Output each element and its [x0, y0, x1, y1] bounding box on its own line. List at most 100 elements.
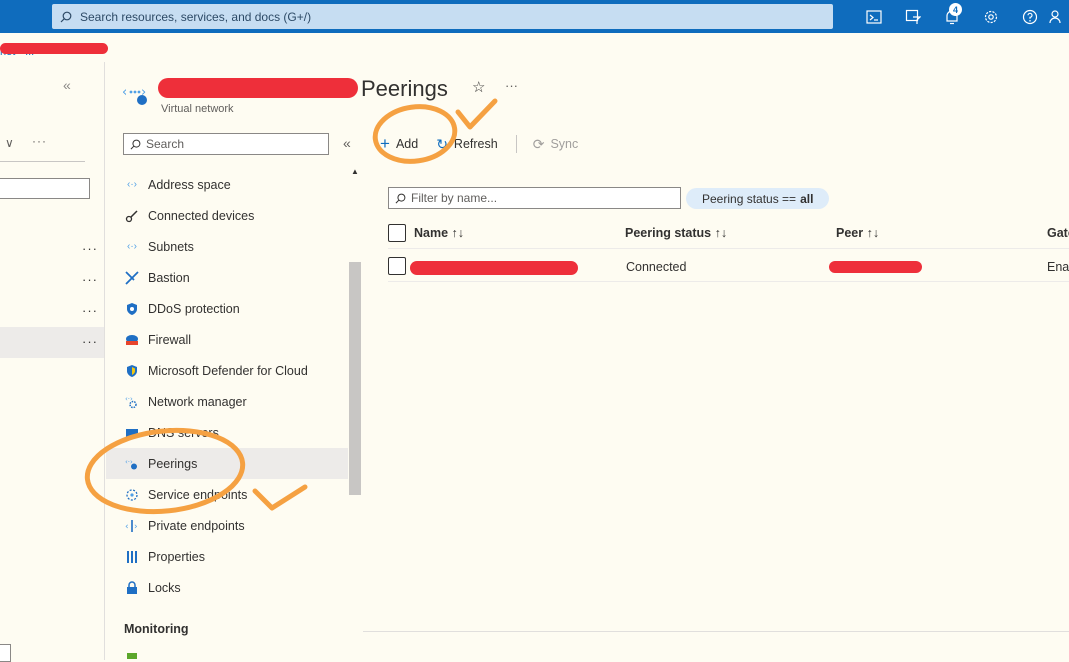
menu-item-address-space[interactable]: ‹·› Address space [106, 169, 348, 200]
peerings-icon: ‹·› [123, 455, 141, 473]
menu-item-label: Properties [148, 549, 205, 564]
row-more-button[interactable]: ··· [82, 303, 98, 318]
column-header-name[interactable]: Name ↑↓ [414, 226, 464, 240]
notifications-icon[interactable]: 4 [932, 0, 971, 33]
menu-item-label: Microsoft Defender for Cloud [148, 363, 308, 378]
plus-icon: + [380, 134, 390, 153]
virtual-network-icon: ‹ › [122, 85, 147, 105]
row-more-button[interactable]: ··· [82, 241, 98, 256]
annotation-check-add [455, 98, 498, 130]
search-icon [60, 11, 72, 22]
menu-item-label: Connected devices [148, 208, 255, 223]
row-more-button[interactable]: ··· [82, 334, 98, 349]
help-icon[interactable] [1010, 0, 1049, 33]
menu-item-label: Network manager [148, 394, 247, 409]
resource-menu: Search « ‹·› Address space Connected dev… [106, 125, 362, 660]
cloud-shell-icon[interactable] [854, 0, 893, 33]
column-header-peer[interactable]: Peer ↑↓ [836, 226, 879, 240]
menu-item-label: Firewall [148, 332, 192, 347]
favorite-star-icon[interactable]: ☆ [472, 78, 485, 96]
menu-item-properties[interactable]: Properties [106, 541, 348, 572]
menu-item-partial[interactable] [106, 649, 348, 660]
menu-item-peerings[interactable]: ‹·› Peerings [106, 448, 348, 479]
left-pane-filter-input[interactable] [0, 178, 90, 199]
search-icon [130, 139, 141, 149]
sync-icon: ⟳ [532, 135, 545, 152]
left-pane-divider [0, 161, 85, 162]
properties-icon [123, 548, 141, 566]
row-checkbox[interactable] [388, 257, 406, 275]
content-footer-divider [363, 631, 1069, 632]
scroll-up-icon[interactable]: ▲ [351, 167, 359, 176]
service-endpoints-icon [123, 486, 141, 504]
top-bar: Search resources, services, and docs (G+… [0, 0, 1069, 33]
menu-section-monitoring: Monitoring [124, 622, 189, 636]
svg-text:‹: ‹ [122, 85, 127, 100]
resource-type-subtitle: Virtual network [161, 103, 234, 115]
notification-count-badge: 4 [949, 3, 962, 16]
list-item[interactable]: ··· [0, 296, 104, 327]
list-item-selected[interactable]: ··· [0, 327, 104, 358]
list-item[interactable]: ··· [0, 265, 104, 296]
add-button[interactable]: + Add [380, 134, 418, 154]
list-item[interactable]: ··· [0, 234, 104, 265]
svg-text:‹: ‹ [125, 522, 129, 532]
select-all-checkbox[interactable] [388, 224, 406, 242]
menu-item-subnets[interactable]: ‹·› Subnets [106, 231, 348, 262]
filter-placeholder: Filter by name... [411, 191, 498, 205]
row-peering-status: Connected [626, 260, 687, 274]
menu-item-ddos-protection[interactable]: DDoS protection [106, 293, 348, 324]
scrollbar-thumb[interactable] [349, 262, 361, 495]
sync-button[interactable]: ⟳ Sync [533, 136, 579, 153]
table-row[interactable]: Connected Enal [388, 250, 1069, 282]
defender-shield-icon [123, 362, 141, 380]
menu-item-connected-devices[interactable]: Connected devices [106, 200, 348, 231]
menu-item-locks[interactable]: Locks [106, 572, 348, 603]
menu-item-dns-servers[interactable]: DNS servers [106, 417, 348, 448]
directory-filter-icon[interactable] [893, 0, 932, 33]
search-icon [395, 193, 406, 203]
breadcrumb-redaction [0, 43, 108, 54]
connected-devices-icon [123, 207, 141, 225]
column-header-gateway[interactable]: Gate [1047, 226, 1069, 240]
collapse-left-pane-icon[interactable]: « [63, 77, 71, 93]
subnets-icon: ‹·› [127, 241, 137, 252]
menu-item-bastion[interactable]: Bastion [106, 262, 348, 293]
menu-item-label: DDoS protection [148, 301, 240, 316]
ddos-shield-icon [123, 300, 141, 318]
header-more-button[interactable]: ··· [505, 78, 518, 93]
left-pane-more-button[interactable]: ··· [32, 134, 47, 148]
alerts-icon [123, 649, 141, 660]
bastion-icon [123, 269, 141, 287]
menu-search-placeholder: Search [146, 137, 185, 151]
sync-button-label: Sync [550, 137, 579, 151]
menu-search-input[interactable]: Search [123, 133, 329, 155]
left-pane-bottom-control[interactable] [0, 644, 11, 662]
settings-icon[interactable] [971, 0, 1010, 33]
feedback-icon[interactable] [1049, 0, 1069, 33]
global-search-input[interactable]: Search resources, services, and docs (G+… [52, 4, 833, 29]
top-bar-icons: 4 [854, 0, 1069, 33]
menu-item-firewall[interactable]: Firewall [106, 324, 348, 355]
menu-item-defender-for-cloud[interactable]: Microsoft Defender for Cloud [106, 355, 348, 386]
filter-by-name-input[interactable]: Filter by name... [388, 187, 681, 209]
collapse-menu-icon[interactable]: « [343, 135, 351, 151]
peering-status-filter-pill[interactable]: Peering status == all [686, 188, 830, 209]
global-search-placeholder: Search resources, services, and docs (G+… [80, 9, 312, 24]
refresh-button[interactable]: ↻ Refresh [436, 136, 498, 153]
menu-item-label: Bastion [148, 270, 190, 285]
filter-pill-prefix: Peering status == [702, 191, 797, 206]
menu-item-network-manager[interactable]: ‹·› Network manager [106, 386, 348, 417]
menu-item-private-endpoints[interactable]: ‹ › Private endpoints [106, 510, 348, 541]
chevron-down-icon[interactable]: ∨ [5, 136, 14, 150]
column-header-peering-status[interactable]: Peering status ↑↓ [625, 226, 727, 240]
svg-text:›: › [134, 522, 138, 532]
menu-scrollbar[interactable]: ▲ [348, 165, 361, 660]
menu-item-label: Service endpoints [148, 487, 248, 502]
menu-item-label: Address space [148, 177, 231, 192]
resource-name-redaction [158, 78, 358, 98]
row-more-button[interactable]: ··· [82, 272, 98, 287]
menu-item-service-endpoints[interactable]: Service endpoints [106, 479, 348, 510]
refresh-button-label: Refresh [453, 137, 498, 151]
add-button-label: Add [395, 137, 419, 151]
